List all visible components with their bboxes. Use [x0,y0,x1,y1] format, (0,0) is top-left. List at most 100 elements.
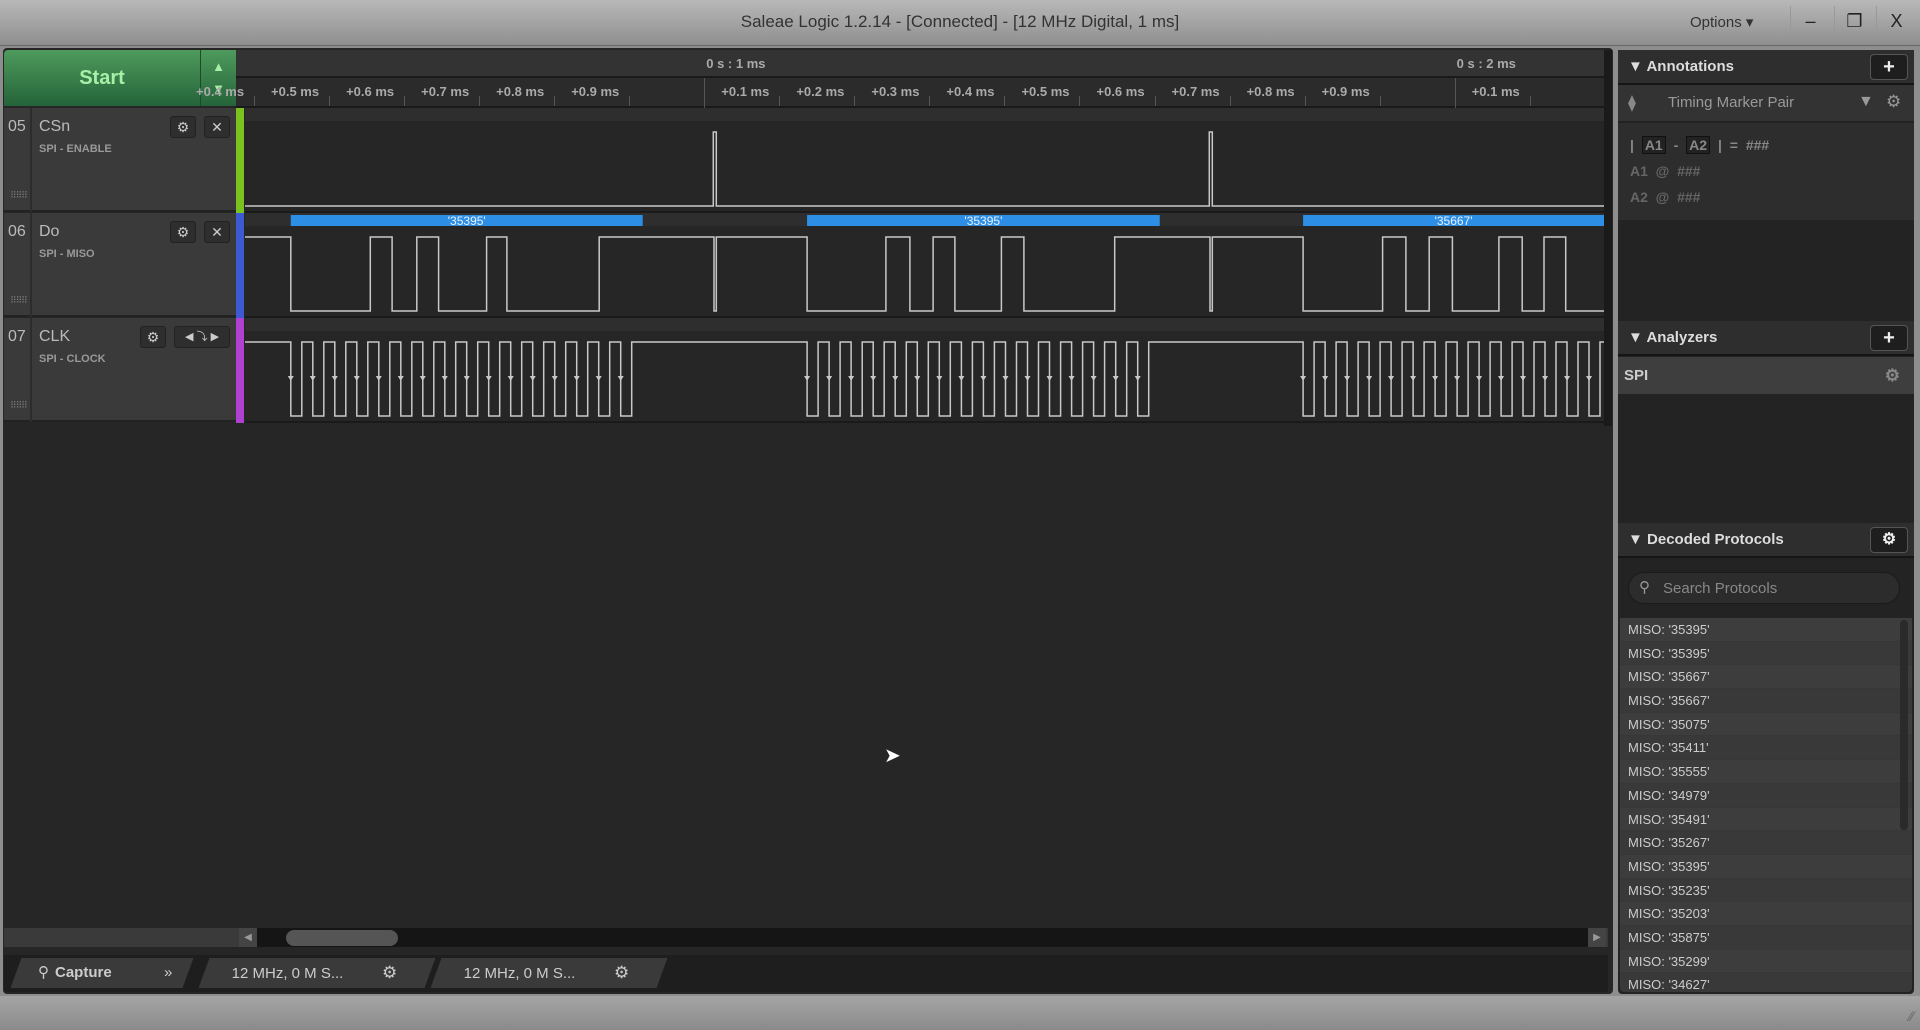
decoded-protocols-list[interactable]: MISO: '35395' MISO: '35395' MISO: '35667' M… [1620,618,1912,992]
a1-badge[interactable]: A1 [1641,136,1666,154]
channel-gear-icon[interactable]: ⚙ [170,116,196,138]
decoded-protocols-header[interactable]: ▼ Decoded Protocols ⚙ [1618,523,1914,558]
add-annotation-button[interactable]: + [1870,54,1908,80]
falling-edge-marker-icon [1454,376,1461,381]
resize-grip-icon[interactable]: ⁄⁄ [1909,1008,1914,1024]
channel-gear-icon[interactable]: ⚙ [170,221,196,243]
restore-button[interactable]: ❐ [1834,6,1874,36]
decoded-list-scrollbar[interactable] [1900,620,1908,830]
channel-name[interactable]: Do [39,223,59,241]
ruler-major-label: 0 s : 1 ms [706,56,766,71]
scroll-left-icon[interactable]: ◀ [239,928,257,947]
channel-close-icon[interactable]: ✕ [204,116,230,138]
ruler-tick-label: +0.4 ms [946,84,995,99]
a1-position: A1 @ ### [1630,163,1701,179]
decoded-list-item[interactable]: MISO: '35235' [1620,878,1912,903]
waveform-vertical-scrollbar[interactable] [1604,50,1612,426]
channel-clk[interactable]: 07 CLK SPI - CLOCK ⚙ ◀ ⤵ ▶ ⠿⠿⠿ [4,318,236,422]
collapse-triangle-icon[interactable]: ▼ [1628,58,1646,75]
close-button[interactable]: X [1876,6,1916,36]
decoded-list-item[interactable]: MISO: '35411' [1620,736,1912,761]
ruler-tick-label: +0.5 ms [271,84,320,99]
decoded-frame-label: '35395' [964,214,1002,228]
decoded-list-item[interactable]: MISO: '35075' [1620,712,1912,737]
marker-gear-icon[interactable]: ⚙ [1886,92,1901,112]
decoded-list-item[interactable]: MISO: '35299' [1620,949,1912,974]
falling-edge-marker-icon [826,376,833,381]
decoded-list-item[interactable]: MISO: '35203' [1620,902,1912,926]
falling-edge-marker-icon [441,376,448,381]
time-ruler[interactable]: 0 s : 1 ms 0 s : 2 ms +0.4 ms +0.5 ms +0.6 m… [196,50,1612,108]
falling-edge-icon[interactable]: ⤵ [197,331,208,343]
more-icon: » [164,964,173,981]
session-1-label: 12 MHz, 0 M S... [231,965,344,982]
channel-do[interactable]: 06 Do SPI - MISO ⚙ ✕ ⠿⠿⠿ [4,213,236,317]
channel-gear-icon[interactable]: ⚙ [140,326,166,348]
decoded-frame-label: '35667' [1435,214,1473,228]
decoded-list-item[interactable]: MISO: '34979' [1620,783,1912,808]
channel-color-strip [236,318,244,423]
window-title: Saleae Logic 1.2.14 - [Connected] - [12 … [740,12,1180,31]
scroll-right-icon[interactable]: ▶ [1588,928,1606,947]
tab-session-2[interactable]: 12 MHz, 0 M S... ⚙ [430,958,668,988]
channel-header-band [245,108,1604,121]
channel-role: SPI - MISO [39,248,95,260]
minimize-button[interactable]: – [1790,6,1830,36]
session-1-gear-icon[interactable]: ⚙ [382,958,397,988]
decoded-list-item[interactable]: MISO: '35395' [1620,854,1912,879]
falling-edge-marker-icon [1134,376,1141,381]
drag-handle-icon[interactable]: ⠿⠿⠿ [10,190,28,201]
decoded-list-item[interactable]: MISO: '35491' [1620,807,1912,832]
channel-csn[interactable]: 05 CSn SPI - ENABLE ⚙ ✕ ⠿⠿⠿ [4,108,236,212]
divider [30,108,32,212]
decoded-settings-gear-icon[interactable]: ⚙ [1870,527,1908,553]
scroll-track[interactable] [257,928,1588,947]
analyzers-header[interactable]: ▼ Analyzers + [1618,321,1914,356]
ruler-tick-label: +0.7 ms [421,84,470,99]
add-analyzer-button[interactable]: + [1870,325,1908,351]
decoded-list-item[interactable]: MISO: '35267' [1620,831,1912,855]
drag-handle-icon[interactable]: ⠿⠿⠿ [10,295,28,306]
decoded-list-item[interactable]: MISO: '35555' [1620,760,1912,784]
marker-dropdown-icon[interactable]: ▼ [1858,93,1874,111]
analyzer-gear-icon[interactable]: ⚙ [1885,357,1900,394]
timing-marker-row[interactable]: ⧫ Timing Marker Pair ▼ ⚙ [1618,85,1914,122]
start-button[interactable]: Start [4,50,200,106]
search-placeholder: Search Protocols [1663,580,1778,597]
a2-badge[interactable]: A2 [1686,136,1711,154]
decoded-list-item[interactable]: MISO: '34627' [1620,973,1912,992]
options-menu[interactable]: Options ▾ [1690,13,1753,31]
collapse-triangle-icon[interactable]: ▼ [1628,329,1646,346]
arrow-up-icon[interactable]: ▲ [201,56,236,78]
channel-header-band [245,318,1604,331]
decoded-list-item[interactable]: MISO: '35875' [1620,925,1912,950]
channel-name[interactable]: CLK [39,328,70,346]
channel-name[interactable]: CSn [39,118,70,136]
tab-session-1[interactable]: 12 MHz, 0 M S... ⚙ [198,958,436,988]
analyzer-item-spi[interactable]: SPI ⚙ [1618,357,1914,394]
falling-edge-marker-icon [1366,376,1373,381]
annotations-header[interactable]: ▼ Annotations + [1618,50,1914,85]
waveform-area[interactable]: '35395' '35395' '35667' [245,108,1604,423]
decoded-list-item[interactable]: MISO: '35395' [1620,618,1912,642]
drag-handle-icon[interactable]: ⠿⠿⠿ [10,400,28,411]
session-2-gear-icon[interactable]: ⚙ [614,958,629,988]
ruler-tick-label: +0.6 ms [346,84,395,99]
collapse-triangle-icon[interactable]: ▼ [1628,531,1647,548]
channel-number: 05 [8,118,26,135]
decoded-list-item[interactable]: MISO: '35395' [1620,641,1912,666]
search-protocols-input[interactable]: ⚲ Search Protocols [1628,572,1900,604]
scroll-thumb[interactable] [286,930,398,946]
trigger-edge-selector[interactable]: ◀ ⤵ ▶ [174,326,230,348]
channel-close-icon[interactable]: ✕ [204,221,230,243]
decoded-list-item[interactable]: MISO: '35667' [1620,689,1912,713]
trigger-next-icon[interactable]: ▶ [211,331,219,343]
falling-edge-marker-icon [1498,376,1505,381]
horizontal-scrollbar[interactable]: ◀ ▶ [4,928,1608,947]
ruler-tick-label: +0.2 ms [796,84,845,99]
tab-capture[interactable]: ⚲ Capture [10,958,162,988]
ruler-tick-label: +0.5 ms [1021,84,1070,99]
decoded-list-item[interactable]: MISO: '35667' [1620,665,1912,690]
ruler-tick [1379,96,1381,106]
trigger-prev-icon[interactable]: ◀ [185,331,193,343]
